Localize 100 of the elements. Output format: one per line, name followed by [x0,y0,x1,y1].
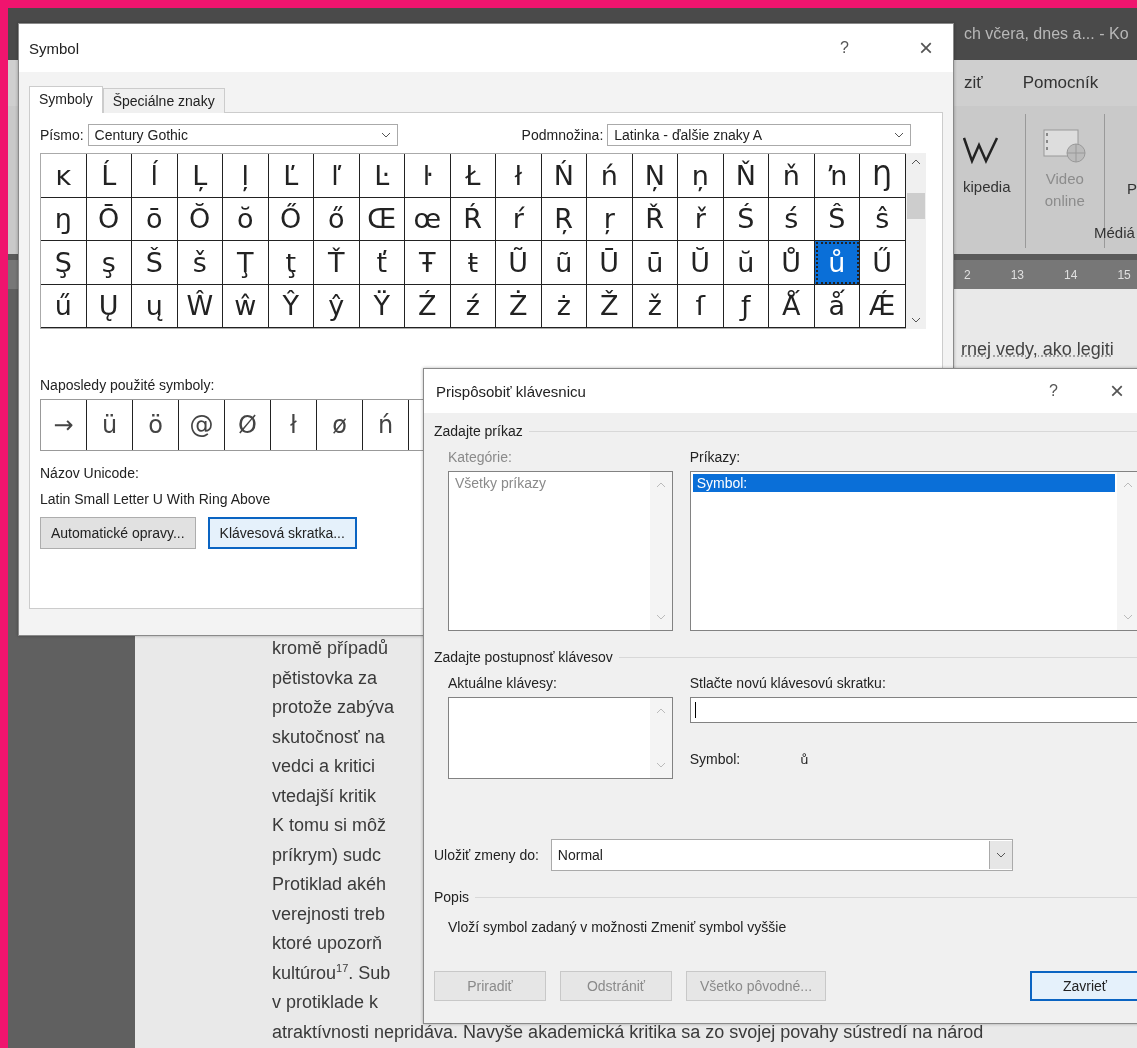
help-button[interactable]: ? [840,39,849,57]
symbol-cell[interactable]: ų [132,284,178,328]
symbol-cell[interactable]: Ł [450,154,496,198]
symbol-cell[interactable]: Ś [723,197,769,241]
symbol-cell[interactable]: ǻ [814,284,860,328]
symbol-cell[interactable]: ž [632,284,678,328]
symbol-cell[interactable]: ń [363,400,409,450]
close-button[interactable]: × [919,34,933,62]
symbol-cell[interactable]: ŀ [405,154,451,198]
shortcut-input-field[interactable] [689,697,1137,723]
symbol-cell[interactable]: Ń [541,154,587,198]
symbol-cell[interactable]: ŵ [223,284,269,328]
symbol-cell[interactable]: Ø [225,400,271,450]
symbol-cell[interactable]: ō [132,197,178,241]
symbol-cell[interactable]: ŏ [223,197,269,241]
symbol-cell[interactable]: Ŧ [405,241,451,285]
symbol-cell[interactable]: ť [359,241,405,285]
dialog-button[interactable]: Automatické opravy... [40,517,196,549]
commands-listbox[interactable]: Symbol: [689,471,1137,631]
symbol-cell[interactable]: ļ [223,154,269,198]
symbol-cell[interactable]: ŝ [860,197,906,241]
dialog-button[interactable]: Klávesová skratka... [207,517,357,549]
symbol-cell[interactable]: ö [133,400,179,450]
symbol-cell[interactable]: ţ [268,241,314,285]
list-item[interactable]: Symbol: [692,474,1115,492]
symbol-cell[interactable]: Ŵ [177,284,223,328]
symbol-cell[interactable]: ň [769,154,815,198]
symbol-cell[interactable]: œ [405,197,451,241]
symbol-cell[interactable]: Ǻ [769,284,815,328]
help-button[interactable]: ? [1049,382,1058,400]
tab[interactable]: Symboly [29,86,103,113]
symbol-cell[interactable]: ż [541,284,587,328]
symbol-cell[interactable]: Ŗ [541,197,587,241]
ribbon-tab[interactable]: ziť [964,73,983,93]
ribbon-tab[interactable]: Pomocník [1022,73,1099,93]
symbol-cell[interactable]: ſ [678,284,724,328]
symbol-cell[interactable]: Ļ [177,154,223,198]
symbol-cell[interactable]: Ō [86,197,132,241]
symbol-cell[interactable]: Ť [314,241,360,285]
symbol-cell[interactable]: Ţ [223,241,269,285]
font-dropdown[interactable]: Century Gothic [87,124,398,146]
symbol-cell[interactable]: ũ [541,241,587,285]
scrollbar[interactable] [905,153,926,329]
symbol-cell[interactable]: Ľ [268,154,314,198]
close-button[interactable]: × [1110,377,1124,405]
symbol-cell[interactable]: ŧ [450,241,496,285]
symbol-cell[interactable]: ø [317,400,363,450]
symbol-cell[interactable]: ŋ [41,197,87,241]
symbol-cell[interactable]: Ŭ [678,241,724,285]
symbol-cell[interactable]: ĺ [132,154,178,198]
subset-dropdown[interactable]: Latinka - ďalšie znaky A [607,124,912,146]
symbol-cell[interactable]: Ş [41,241,87,285]
symbol-cell[interactable]: ŉ [814,154,860,198]
symbol-cell[interactable]: Ř [632,197,678,241]
symbol-cell[interactable]: Ŀ [359,154,405,198]
save-target-dropdown[interactable]: Normal [550,839,1013,871]
symbol-cell[interactable]: Ŏ [177,197,223,241]
symbol-cell[interactable]: Ū [587,241,633,285]
symbol-cell[interactable]: Ŷ [268,284,314,328]
current-keys-listbox[interactable] [448,697,673,779]
ribbon-button[interactable]: P [1112,114,1137,197]
symbol-cell[interactable]: ū [632,241,678,285]
symbol-cell[interactable]: š [177,241,223,285]
symbol-cell[interactable]: Ų [86,284,132,328]
symbol-cell[interactable]: Ź [405,284,451,328]
symbol-cell[interactable]: ƒ [723,284,769,328]
symbol-cell[interactable]: ŕ [496,197,542,241]
symbol-cell[interactable]: ľ [314,154,360,198]
tab[interactable]: Špeciálne znaky [102,88,225,113]
symbol-cell[interactable]: ş [86,241,132,285]
symbol-cell[interactable]: ņ [678,154,724,198]
symbol-cell[interactable]: Ž [587,284,633,328]
symbol-cell[interactable]: Ũ [496,241,542,285]
ribbon-button[interactable]: kipedia [963,114,1017,195]
symbol-cell[interactable]: ŷ [314,284,360,328]
dialog-button[interactable]: Zavrieť [1030,971,1137,1001]
symbol-cell[interactable]: → [41,400,87,450]
symbol-cell[interactable]: Ň [723,154,769,198]
symbol-cell[interactable]: ł [271,400,317,450]
symbol-cell[interactable]: ń [587,154,633,198]
symbol-cell[interactable]: ł [496,154,542,198]
symbol-cell[interactable]: Ű [860,241,906,285]
symbol-cell[interactable]: ź [450,284,496,328]
symbol-cell[interactable]: Ĺ [86,154,132,198]
symbol-cell[interactable]: Ņ [632,154,678,198]
symbol-cell[interactable]: ŭ [723,241,769,285]
symbol-cell[interactable]: ŗ [587,197,633,241]
symbol-cell[interactable]: Ů [769,241,815,285]
symbol-cell[interactable]: Œ [359,197,405,241]
symbol-cell[interactable]: ĸ [41,154,87,198]
symbol-cell[interactable]: ů [814,241,860,285]
symbol-cell[interactable]: ü [87,400,133,450]
symbol-cell[interactable]: Ŋ [860,154,906,198]
symbol-cell[interactable]: ő [314,197,360,241]
symbol-cell[interactable]: Ŕ [450,197,496,241]
symbol-cell[interactable]: ś [769,197,815,241]
symbol-cell[interactable]: ű [41,284,87,328]
scrollbar-thumb[interactable] [906,193,925,219]
symbol-cell[interactable]: Ǽ [860,284,906,328]
symbol-cell[interactable]: Ż [496,284,542,328]
